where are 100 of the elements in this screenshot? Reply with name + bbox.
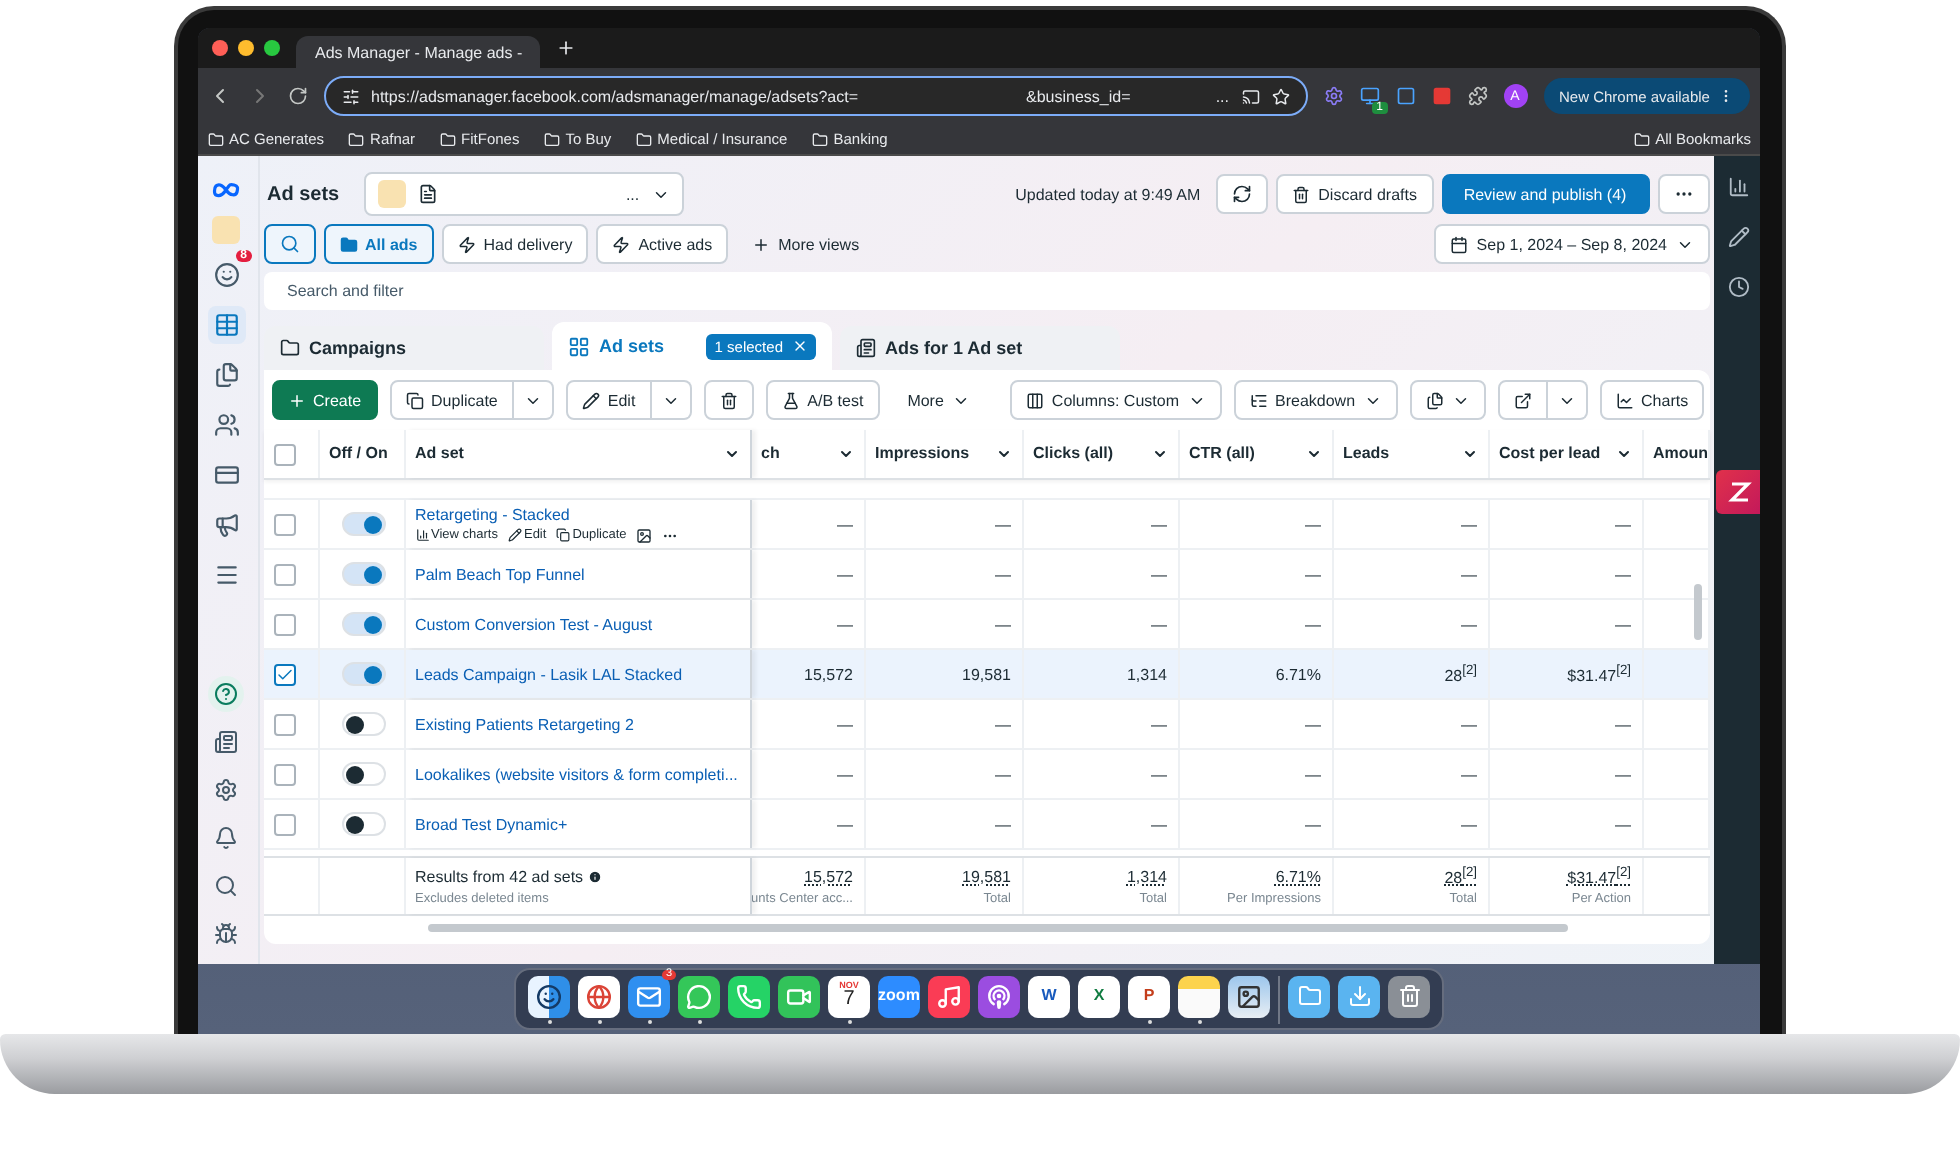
search-button[interactable]	[263, 224, 315, 264]
charts-button[interactable]: Charts	[1599, 380, 1705, 420]
app-tile[interactable]	[978, 975, 1020, 1017]
horizontal-scrollbar[interactable]	[427, 924, 1567, 932]
checkbox[interactable]	[273, 813, 295, 835]
ad-set-link[interactable]: Leads Campaign - Lasik LAL Stacked	[415, 665, 683, 683]
columns-button[interactable]: Columns: Custom	[1009, 380, 1221, 420]
checkbox[interactable]	[273, 613, 295, 635]
total-value: 6.71%	[1275, 867, 1321, 885]
ad-set-link[interactable]: Custom Conversion Test - August	[415, 615, 653, 633]
app-tile[interactable]	[728, 975, 770, 1017]
toggle-switch[interactable]	[341, 612, 385, 636]
sort-caret-icon[interactable]	[837, 446, 853, 462]
pencil-icon	[581, 391, 600, 409]
notepad-icon[interactable]	[1178, 975, 1220, 1017]
app-tile[interactable]	[528, 975, 570, 1017]
date-range-picker[interactable]: Sep 1, 2024 – Sep 8, 2024	[1434, 224, 1709, 264]
extensions-puzzle-icon[interactable]	[1467, 86, 1487, 106]
browser-tab[interactable]: Ads Manager - Manage ads -	[295, 36, 539, 68]
sort-caret-icon[interactable]	[723, 446, 739, 462]
address-bar[interactable]: https://adsmanager.facebook.com/adsmanager/manage/adsets?act= &business_id= ...	[323, 76, 1307, 116]
checkbox[interactable]	[273, 443, 295, 465]
reports-button[interactable]	[1409, 380, 1486, 420]
sort-caret-icon[interactable]	[1461, 446, 1477, 462]
column-header[interactable]: Amoun	[1653, 445, 1707, 463]
sort-caret-icon[interactable]	[1615, 446, 1631, 462]
app-tile[interactable]	[578, 975, 620, 1017]
app-tile[interactable]	[678, 975, 720, 1017]
pencil-icon[interactable]	[1727, 226, 1749, 248]
table-icon[interactable]	[207, 306, 245, 344]
checkbox[interactable]	[273, 663, 295, 685]
maximize-button[interactable]	[263, 40, 279, 56]
app-tile[interactable]: X	[1078, 975, 1120, 1017]
column-header[interactable]: Clicks (all)	[1033, 445, 1151, 463]
toggle-switch[interactable]	[341, 662, 385, 686]
edit-button[interactable]: Edit	[565, 380, 652, 420]
ad-set-link[interactable]: Palm Beach Top Funnel	[415, 565, 585, 583]
create-button[interactable]: Create	[271, 380, 378, 420]
reload-icon[interactable]	[287, 86, 307, 106]
app-tile[interactable]	[1228, 975, 1270, 1017]
image-icon[interactable]	[636, 527, 653, 543]
checkbox[interactable]	[273, 713, 295, 735]
app-tile[interactable]: W	[1028, 975, 1070, 1017]
checkbox[interactable]	[273, 563, 295, 585]
column-header[interactable]: Off / On	[329, 445, 393, 463]
toggle-switch[interactable]	[341, 812, 385, 836]
table-cell: —	[1461, 715, 1477, 733]
toggle-switch[interactable]	[341, 562, 385, 586]
column-header[interactable]: CTR (all)	[1189, 445, 1305, 463]
review-publish-button[interactable]: Review and publish (4)	[1441, 174, 1649, 214]
column-header[interactable]: Leads	[1343, 445, 1461, 463]
app-tile[interactable]	[778, 975, 820, 1017]
toggle-switch[interactable]	[341, 712, 385, 736]
sort-caret-icon[interactable]	[995, 446, 1011, 462]
view-tab[interactable]: Had delivery	[441, 224, 589, 264]
ad-set-link[interactable]: Retargeting - Stacked	[415, 505, 679, 523]
column-header[interactable]: Cost per lead	[1499, 445, 1615, 463]
clock-icon[interactable]	[1727, 276, 1749, 298]
view-tab[interactable]: All ads	[323, 224, 434, 264]
bar-chart-icon[interactable]	[1727, 176, 1749, 198]
app-tile[interactable]: P	[1128, 975, 1170, 1017]
checkbox[interactable]	[273, 763, 295, 785]
gear-icon[interactable]	[1323, 86, 1343, 106]
column-header[interactable]: ch	[761, 445, 837, 463]
column-header[interactable]: Ad set	[415, 445, 723, 463]
refresh-button[interactable]	[1216, 174, 1269, 214]
delete-button[interactable]	[703, 380, 754, 420]
table-cell: —	[1305, 515, 1321, 533]
sort-caret-icon[interactable]	[1151, 446, 1167, 462]
more-button[interactable]: More	[891, 380, 986, 420]
folder-icon[interactable]	[1288, 975, 1330, 1017]
export-button[interactable]	[1497, 380, 1548, 420]
ad-set-link[interactable]: Broad Test Dynamic+	[415, 815, 568, 833]
checkbox[interactable]	[273, 513, 295, 535]
column-header[interactable]: Impressions	[875, 445, 995, 463]
downloads-folder-icon[interactable]	[1338, 975, 1380, 1017]
view-tab[interactable]: Active ads	[596, 224, 729, 264]
more-views-button[interactable]: More views	[736, 224, 876, 264]
level-tab[interactable]: Ads for 1 Ad set	[839, 326, 1119, 370]
ad-set-link[interactable]: Existing Patients Retargeting 2	[415, 715, 634, 733]
discard-drafts-button[interactable]: Discard drafts	[1276, 174, 1433, 214]
sort-caret-icon[interactable]	[1305, 446, 1321, 462]
close-button[interactable]	[211, 40, 227, 56]
help-icon[interactable]	[208, 676, 244, 712]
folder-icon	[1633, 131, 1650, 147]
app-tile[interactable]	[928, 975, 970, 1017]
new-tab-icon[interactable]	[555, 38, 575, 58]
search-field[interactable]: Search and filter	[263, 272, 1709, 310]
folder-icon	[207, 131, 223, 147]
vertical-scrollbar[interactable]	[1693, 584, 1701, 640]
minimize-button[interactable]	[237, 40, 253, 56]
account-dropdown[interactable]: ...	[363, 172, 684, 216]
ad-set-link[interactable]: Lookalikes (website visitors & form completi...	[415, 765, 738, 783]
toggle-switch[interactable]	[341, 762, 385, 786]
breakdown-button[interactable]: Breakdown	[1233, 380, 1398, 420]
ab-test-button[interactable]: A/B test	[765, 380, 880, 420]
table-cell: 1,314	[1126, 665, 1167, 683]
toggle-switch[interactable]	[341, 512, 385, 536]
trash-icon[interactable]	[1388, 975, 1430, 1017]
duplicate-button[interactable]: Duplicate	[389, 380, 514, 420]
